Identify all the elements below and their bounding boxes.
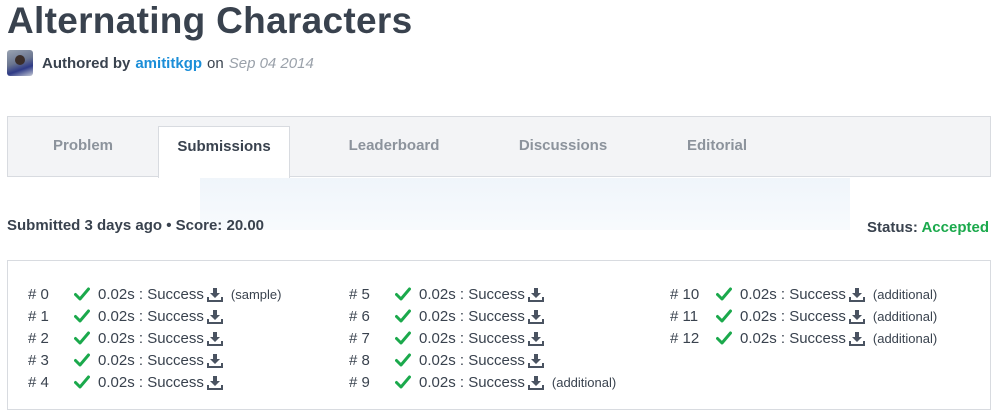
check-icon [74,287,98,301]
testcase-result: 0.02s : Success [98,285,204,303]
testcase-number: # 10 [670,285,700,303]
submission-status: Status: Accepted [867,219,989,236]
testcase-result: 0.02s : Success [419,285,525,303]
testcase-row: # 3 0.02s : Success [28,349,281,371]
download-icon[interactable] [206,353,223,368]
testcase-note: (sample) [230,286,282,302]
testcase-number: # 6 [349,307,370,325]
testcase-note: (additional) [872,286,938,302]
testcase-result: 0.02s : Success [740,329,846,347]
testcase-result: 0.02s : Success [98,307,204,325]
testcase-result: 0.02s : Success [98,351,204,369]
page-title: Alternating Characters [7,0,413,41]
testcase-results: # 0 0.02s : Success (sample) # 1 0.02s : Suc… [7,260,991,410]
testcase-number: # 4 [28,373,49,391]
testcase-number: # 1 [28,307,49,325]
download-icon[interactable] [206,287,223,302]
download-icon[interactable] [848,287,865,302]
testcase-result: 0.02s : Success [740,307,846,325]
testcase-row: # 0 0.02s : Success (sample) [28,283,281,305]
check-icon [395,375,419,389]
tab-leaderboard[interactable]: Leaderboard [308,117,480,177]
testcase-result: 0.02s : Success [98,329,204,347]
testcase-number: # 5 [349,285,370,303]
status-label: Status: [867,219,918,236]
submission-summary: Submitted 3 days ago • Score: 20.00 [7,217,265,234]
check-icon [395,353,419,367]
testcase-number: # 12 [670,329,700,347]
testcase-result: 0.02s : Success [740,285,846,303]
testcase-row: # 2 0.02s : Success [28,327,281,349]
testcase-note: (additional) [872,308,938,324]
testcase-number: # 9 [349,373,370,391]
status-value: Accepted [921,219,989,236]
check-icon [74,309,98,323]
testcase-result: 0.02s : Success [419,373,525,391]
check-icon [74,375,98,389]
check-icon [74,331,98,345]
testcase-row: # 11 0.02s : Success (additional) [670,305,937,327]
download-icon[interactable] [527,353,544,368]
author-prefix: Authored by [42,54,131,72]
testcase-row: # 4 0.02s : Success [28,371,281,393]
check-icon [716,331,740,345]
testcase-column: # 10 0.02s : Success (additional) # 11 0.02s… [670,283,937,349]
testcase-result: 0.02s : Success [419,329,525,347]
testcase-number: # 3 [28,351,49,369]
testcase-number: # 7 [349,329,370,347]
tab-submissions[interactable]: Submissions [158,126,290,178]
download-icon[interactable] [206,331,223,346]
tab-problem[interactable]: Problem [8,117,158,177]
download-icon[interactable] [206,375,223,390]
author-on: on [207,54,224,72]
download-icon[interactable] [527,375,544,390]
testcase-number: # 2 [28,329,49,347]
download-icon[interactable] [206,309,223,324]
testcase-row: # 5 0.02s : Success [349,283,616,305]
testcase-result: 0.02s : Success [419,307,525,325]
tab-editorial[interactable]: Editorial [648,117,786,177]
tab-discussions[interactable]: Discussions [488,117,638,177]
testcase-row: # 12 0.02s : Success (additional) [670,327,937,349]
testcase-row: # 8 0.02s : Success [349,349,616,371]
testcase-row: # 9 0.02s : Success (additional) [349,371,616,393]
testcase-row: # 1 0.02s : Success [28,305,281,327]
check-icon [716,287,740,301]
check-icon [395,331,419,345]
check-icon [716,309,740,323]
testcase-row: # 7 0.02s : Success [349,327,616,349]
testcase-note: (additional) [551,374,617,390]
testcase-number: # 0 [28,285,49,303]
download-icon[interactable] [848,309,865,324]
submission-header-shade [200,178,850,230]
author-link[interactable]: amititkgp [135,55,202,72]
avatar[interactable] [7,50,33,76]
testcase-number: # 8 [349,351,370,369]
check-icon [74,353,98,367]
testcase-number: # 11 [670,307,699,325]
testcase-column: # 0 0.02s : Success (sample) # 1 0.02s : Suc… [28,283,281,393]
testcase-column: # 5 0.02s : Success # 6 0.02s : Success # 7 0… [349,283,616,393]
testcase-result: 0.02s : Success [419,351,525,369]
download-icon[interactable] [527,331,544,346]
author-row: Authored by amititkgp on Sep 04 2014 [7,50,314,76]
download-icon[interactable] [527,309,544,324]
testcase-note: (additional) [872,330,938,346]
author-date: Sep 04 2014 [228,54,314,72]
testcase-row: # 10 0.02s : Success (additional) [670,283,937,305]
download-icon[interactable] [848,331,865,346]
download-icon[interactable] [527,287,544,302]
tab-bar: Problem Submissions Leaderboard Discussi… [7,116,991,178]
testcase-result: 0.02s : Success [98,373,204,391]
check-icon [395,287,419,301]
check-icon [395,309,419,323]
testcase-row: # 6 0.02s : Success [349,305,616,327]
